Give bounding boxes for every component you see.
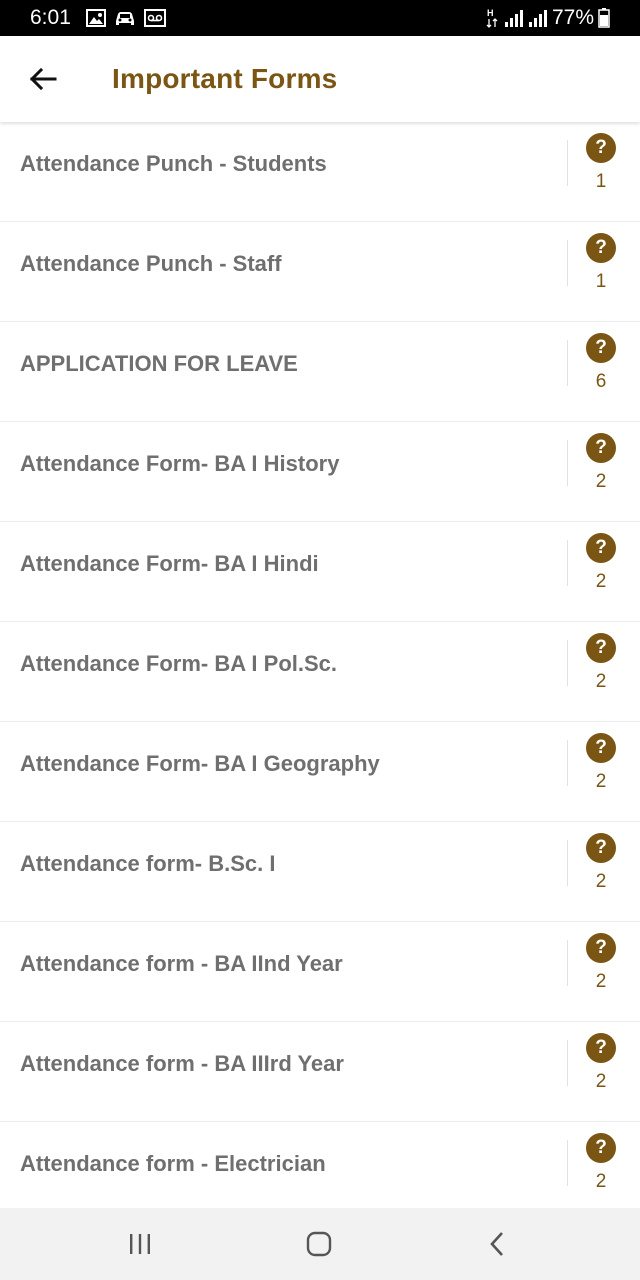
divider [567, 740, 568, 786]
arrow-left-icon [29, 67, 57, 91]
help-icon[interactable]: ? [586, 233, 616, 263]
form-count: 2 [595, 571, 607, 592]
back-button[interactable] [20, 56, 66, 102]
form-title: Attendance Form- BA I Hindi [20, 551, 319, 576]
recent-apps-icon [130, 1234, 150, 1254]
divider [567, 140, 568, 186]
back-chevron-icon [490, 1232, 503, 1256]
gallery-icon [86, 9, 106, 27]
form-title: Attendance form- B.Sc. I [20, 851, 276, 876]
list-item[interactable]: Attendance Punch - Students ? 1 [0, 122, 640, 222]
list-item[interactable]: Attendance Form- BA I Hindi ? 2 [0, 522, 640, 622]
help-icon[interactable]: ? [586, 933, 616, 963]
page-title: Important Forms [112, 63, 338, 94]
form-title: Attendance Form- BA I Pol.Sc. [20, 651, 338, 676]
status-icons-right: H 77% [486, 6, 610, 30]
recents-button[interactable] [120, 1224, 160, 1264]
form-count: 2 [595, 671, 607, 692]
list-item[interactable]: Attendance Form- BA I History ? 2 [0, 422, 640, 522]
forms-list: Attendance Punch - Students ? 1 Attendan… [0, 122, 640, 1208]
help-icon[interactable]: ? [586, 333, 616, 363]
network-type-label: H [487, 8, 494, 18]
car-icon [116, 12, 134, 25]
list-item[interactable]: Attendance Form- BA I Pol.Sc. ? 2 [0, 622, 640, 722]
voicemail-icon [144, 9, 166, 27]
home-button[interactable] [299, 1224, 339, 1264]
form-title: Attendance Form- BA I History [20, 451, 340, 476]
form-title: Attendance form - BA IInd Year [20, 951, 343, 976]
divider [567, 1140, 568, 1186]
signal-icon [528, 10, 547, 27]
form-title: Attendance form - Electrician [20, 1151, 326, 1176]
form-count: 2 [595, 1171, 607, 1192]
list-item[interactable]: Attendance form - BA IInd Year ? 2 [0, 922, 640, 1022]
status-bar: 6:01 H 77% [0, 0, 640, 36]
form-count: 6 [595, 371, 607, 392]
help-icon[interactable]: ? [586, 733, 616, 763]
list-item[interactable]: Attendance Punch - Staff ? 1 [0, 222, 640, 322]
form-count: 2 [595, 471, 607, 492]
help-icon[interactable]: ? [586, 1033, 616, 1063]
battery-icon [598, 8, 610, 28]
form-count: 2 [595, 771, 607, 792]
help-icon[interactable]: ? [586, 533, 616, 563]
list-item[interactable]: Attendance form - Electrician ? 2 [0, 1122, 640, 1208]
divider [567, 540, 568, 586]
list-item[interactable]: Attendance Form- BA I Geography ? 2 [0, 722, 640, 822]
divider [567, 340, 568, 386]
data-arrows-icon: H [486, 8, 498, 28]
status-time: 6:01 [30, 6, 71, 29]
list-item[interactable]: APPLICATION FOR LEAVE ? 6 [0, 322, 640, 422]
divider [567, 940, 568, 986]
form-count: 1 [595, 271, 607, 292]
help-icon[interactable]: ? [586, 1133, 616, 1163]
help-icon[interactable]: ? [586, 133, 616, 163]
divider [567, 640, 568, 686]
form-title: Attendance form - BA IIIrd Year [20, 1051, 344, 1076]
app-bar: Important Forms [0, 36, 640, 122]
system-nav-bar [0, 1208, 640, 1280]
status-icons-left [86, 8, 166, 28]
form-count: 2 [595, 871, 607, 892]
list-item[interactable]: Attendance form - BA IIIrd Year ? 2 [0, 1022, 640, 1122]
divider [567, 240, 568, 286]
form-count: 2 [595, 971, 607, 992]
divider [567, 440, 568, 486]
form-title: Attendance Form- BA I Geography [20, 751, 380, 776]
divider [567, 840, 568, 886]
form-count: 2 [595, 1071, 607, 1092]
help-icon[interactable]: ? [586, 833, 616, 863]
divider [567, 1040, 568, 1086]
form-count: 1 [595, 171, 607, 192]
list-item[interactable]: Attendance form- B.Sc. I ? 2 [0, 822, 640, 922]
signal-icon [504, 10, 523, 27]
home-icon [306, 1231, 332, 1257]
help-icon[interactable]: ? [586, 433, 616, 463]
form-title: Attendance Punch - Staff [20, 251, 282, 276]
help-icon[interactable]: ? [586, 633, 616, 663]
battery-percent: 77% [551, 6, 594, 29]
form-title: Attendance Punch - Students [20, 151, 327, 176]
form-title: APPLICATION FOR LEAVE [20, 351, 298, 376]
system-back-button[interactable] [478, 1224, 518, 1264]
